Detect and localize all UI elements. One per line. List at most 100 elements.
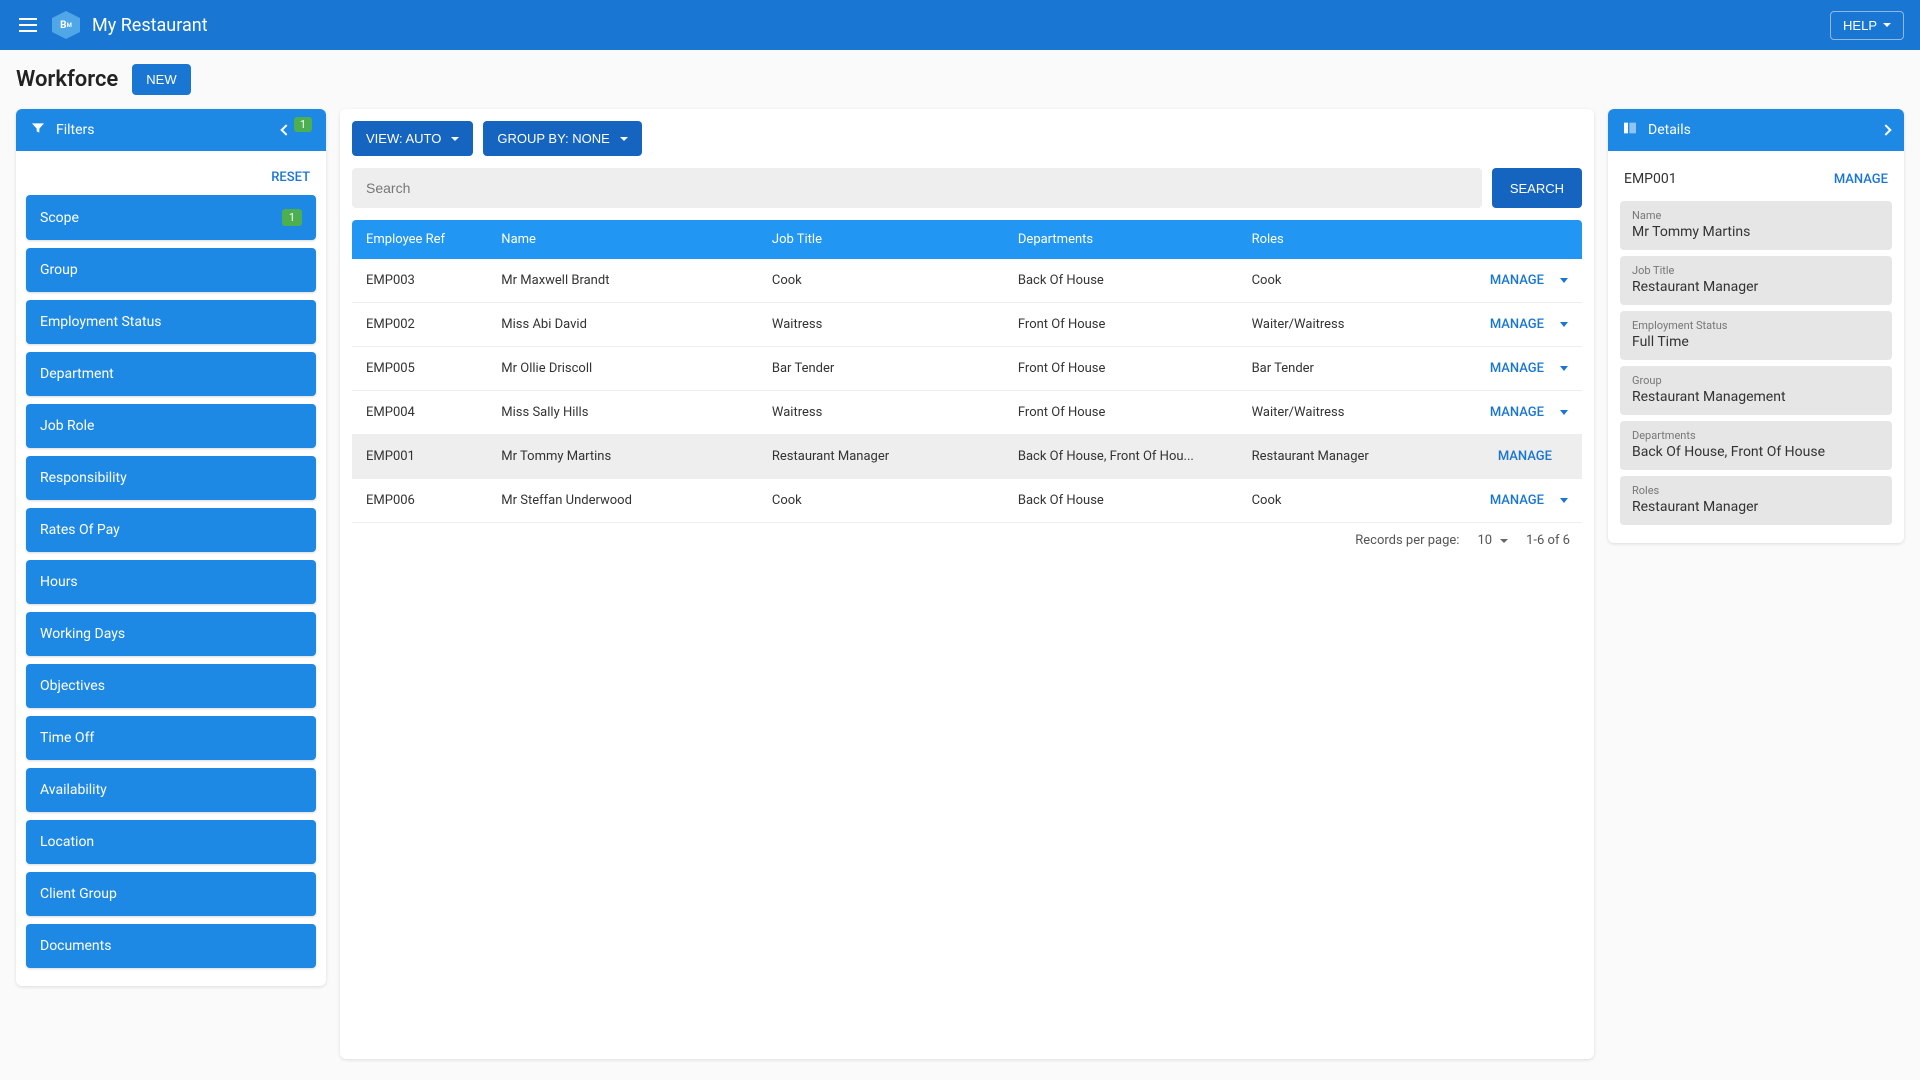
- detail-label: Name: [1632, 209, 1880, 222]
- column-header[interactable]: Roles: [1238, 220, 1435, 259]
- details-manage-button[interactable]: MANAGE: [1834, 172, 1888, 187]
- filter-item[interactable]: Working Days: [26, 612, 316, 656]
- details-body: EMP001 MANAGE NameMr Tommy MartinsJob Ti…: [1608, 151, 1904, 543]
- filter-item[interactable]: Hours: [26, 560, 316, 604]
- filter-item-label: Employment Status: [40, 314, 162, 330]
- table-row[interactable]: EMP004Miss Sally HillsWaitressFront Of H…: [352, 391, 1582, 435]
- reset-filters-button[interactable]: RESET: [271, 170, 310, 185]
- view-mode-label: VIEW: AUTO: [366, 131, 441, 146]
- manage-button[interactable]: MANAGE: [1490, 317, 1544, 332]
- filters-header[interactable]: Filters 1: [16, 109, 326, 151]
- table-cell: Waiter/Waitress: [1238, 303, 1435, 347]
- filter-item[interactable]: Location: [26, 820, 316, 864]
- table-cell: EMP004: [352, 391, 487, 435]
- column-header[interactable]: Departments: [1004, 220, 1238, 259]
- chevron-down-icon: [620, 137, 628, 141]
- filter-item-label: Hours: [40, 574, 78, 590]
- view-mode-button[interactable]: VIEW: AUTO: [352, 121, 473, 156]
- new-button[interactable]: NEW: [132, 64, 190, 95]
- table-cell-actions: MANAGE: [1434, 479, 1582, 523]
- table-row[interactable]: EMP002Miss Abi DavidWaitressFront Of Hou…: [352, 303, 1582, 347]
- chevron-down-icon: [1883, 23, 1891, 27]
- help-button[interactable]: HELP: [1830, 11, 1904, 40]
- filter-item-label: Scope: [40, 210, 79, 226]
- filter-item[interactable]: Group: [26, 248, 316, 292]
- table-row[interactable]: EMP001Mr Tommy MartinsRestaurant Manager…: [352, 435, 1582, 479]
- search-button[interactable]: SEARCH: [1492, 168, 1582, 208]
- details-header[interactable]: Details: [1608, 109, 1904, 151]
- table-cell: Mr Maxwell Brandt: [487, 259, 758, 303]
- chevron-right-icon: [1880, 124, 1891, 135]
- filter-item[interactable]: Scope 1: [26, 195, 316, 240]
- table-cell: Bar Tender: [758, 347, 1004, 391]
- table-cell: EMP006: [352, 479, 487, 523]
- column-header-actions: [1434, 220, 1582, 259]
- manage-button[interactable]: MANAGE: [1498, 449, 1552, 464]
- manage-button[interactable]: MANAGE: [1490, 405, 1544, 420]
- filter-item[interactable]: Rates Of Pay: [26, 508, 316, 552]
- column-header[interactable]: Employee Ref: [352, 220, 487, 259]
- filter-item[interactable]: Responsibility: [26, 456, 316, 500]
- table-cell: Back Of House: [1004, 479, 1238, 523]
- manage-button[interactable]: MANAGE: [1490, 493, 1544, 508]
- filter-item-label: Availability: [40, 782, 107, 798]
- chevron-down-icon: [451, 137, 459, 141]
- page-range-label: 1-6 of 6: [1526, 533, 1570, 548]
- filter-item-label: Department: [40, 366, 114, 382]
- filters-count-badge: 1: [294, 117, 312, 132]
- detail-value: Restaurant Manager: [1632, 279, 1880, 295]
- hamburger-menu-icon[interactable]: [16, 13, 40, 37]
- filter-item[interactable]: Job Role: [26, 404, 316, 448]
- filter-item[interactable]: Availability: [26, 768, 316, 812]
- table-row[interactable]: EMP003Mr Maxwell BrandtCookBack Of House…: [352, 259, 1582, 303]
- row-menu-icon[interactable]: [1560, 498, 1568, 503]
- row-menu-icon[interactable]: [1560, 410, 1568, 415]
- table-cell: Mr Tommy Martins: [487, 435, 758, 479]
- table-header-row: Employee RefNameJob TitleDepartmentsRole…: [352, 220, 1582, 259]
- table-cell: Front Of House: [1004, 303, 1238, 347]
- filter-item-label: Time Off: [40, 730, 94, 746]
- filter-item[interactable]: Client Group: [26, 872, 316, 916]
- filter-item-label: Working Days: [40, 626, 125, 642]
- table-cell-actions: MANAGE: [1434, 303, 1582, 347]
- detail-label: Roles: [1632, 484, 1880, 497]
- table-cell: Mr Steffan Underwood: [487, 479, 758, 523]
- filter-item[interactable]: Documents: [26, 924, 316, 968]
- detail-card: RolesRestaurant Manager: [1620, 476, 1892, 525]
- table-cell: Bar Tender: [1238, 347, 1435, 391]
- detail-card: Employment StatusFull Time: [1620, 311, 1892, 360]
- table-cell: Waitress: [758, 303, 1004, 347]
- filter-item-badge: 1: [282, 209, 302, 226]
- row-menu-icon[interactable]: [1560, 322, 1568, 327]
- details-panel: Details EMP001 MANAGE Name Mr Tommy Marti…: [1608, 109, 1904, 543]
- table-cell: Mr Ollie Driscoll: [487, 347, 758, 391]
- search-input[interactable]: [352, 168, 1482, 208]
- filter-item[interactable]: Objectives: [26, 664, 316, 708]
- table-cell-actions: MANAGE: [1434, 435, 1582, 479]
- details-id: EMP001: [1624, 171, 1834, 187]
- group-by-button[interactable]: GROUP BY: NONE: [483, 121, 641, 156]
- table-cell: Waiter/Waitress: [1238, 391, 1435, 435]
- filter-icon: [30, 120, 46, 140]
- details-icon: [1622, 120, 1638, 140]
- table-row[interactable]: EMP005Mr Ollie DriscollBar TenderFront O…: [352, 347, 1582, 391]
- table-cell: EMP002: [352, 303, 487, 347]
- app-logo-icon: BM: [52, 11, 80, 39]
- filter-item[interactable]: Department: [26, 352, 316, 396]
- main-panel: VIEW: AUTO GROUP BY: NONE SEARCH Employe…: [340, 109, 1594, 1059]
- column-header[interactable]: Job Title: [758, 220, 1004, 259]
- row-menu-icon[interactable]: [1560, 366, 1568, 371]
- table-row[interactable]: EMP006Mr Steffan UnderwoodCookBack Of Ho…: [352, 479, 1582, 523]
- table-cell: Back Of House, Front Of Hou...: [1004, 435, 1238, 479]
- manage-button[interactable]: MANAGE: [1490, 361, 1544, 376]
- column-header[interactable]: Name: [487, 220, 758, 259]
- subheader: Workforce NEW: [0, 50, 1920, 109]
- row-menu-icon[interactable]: [1560, 278, 1568, 283]
- detail-value: Mr Tommy Martins: [1632, 224, 1880, 240]
- manage-button[interactable]: MANAGE: [1490, 273, 1544, 288]
- filter-item[interactable]: Time Off: [26, 716, 316, 760]
- filter-item-label: Group: [40, 262, 78, 278]
- page-size-select[interactable]: 10: [1477, 533, 1508, 548]
- filter-item[interactable]: Employment Status: [26, 300, 316, 344]
- table-cell: Front Of House: [1004, 347, 1238, 391]
